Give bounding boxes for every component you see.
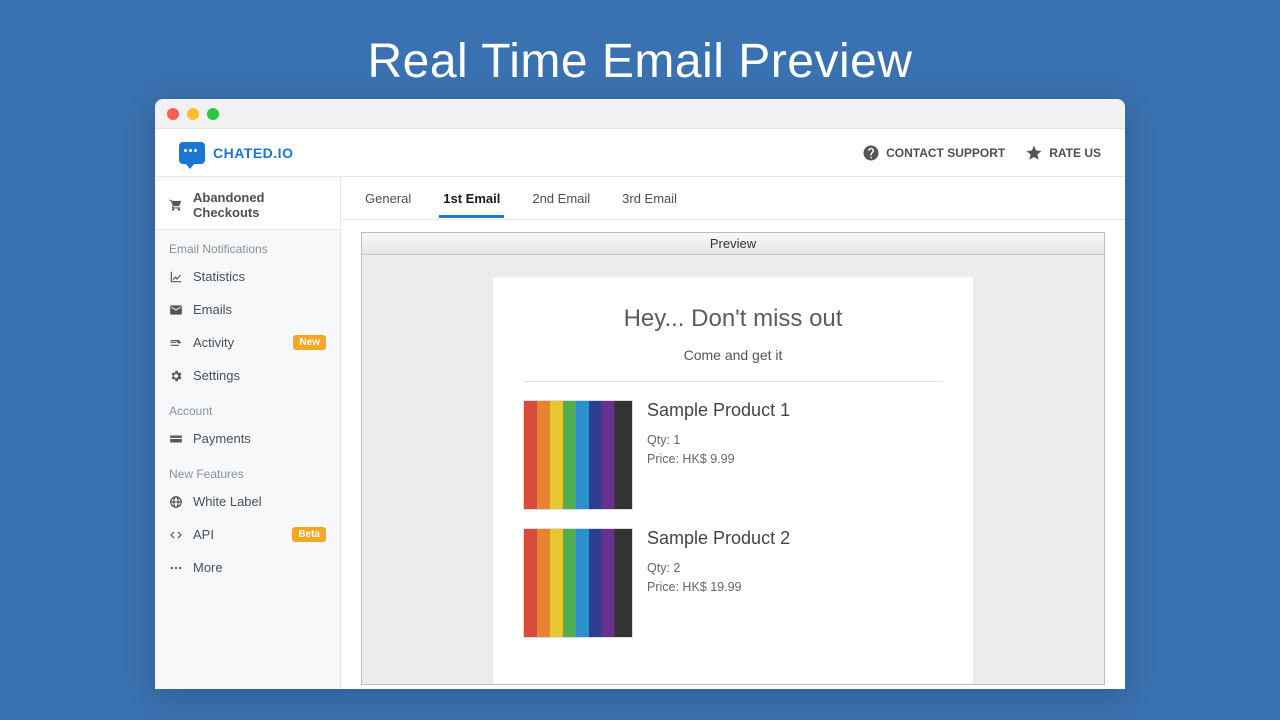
hero-title: Real Time Email Preview: [0, 0, 1280, 99]
window-minimize-icon[interactable]: [187, 108, 199, 120]
sidebar-item-label: Payments: [193, 431, 251, 446]
sidebar-section-account: Account: [155, 392, 340, 422]
product-row: Sample Product 1 Qty: 1 Price: HK$ 9.99: [523, 400, 943, 510]
tab-second-email[interactable]: 2nd Email: [528, 179, 594, 218]
help-icon: [862, 144, 880, 162]
sidebar-item-label: More: [193, 560, 223, 575]
email-body: Hey... Don't miss out Come and get it Sa…: [493, 277, 973, 684]
activity-icon: [169, 336, 183, 350]
sidebar-item-label: Settings: [193, 368, 240, 383]
email-subheading: Come and get it: [523, 347, 943, 363]
tab-first-email[interactable]: 1st Email: [439, 179, 504, 218]
topbar-actions: CONTACT SUPPORT RATE US: [862, 144, 1101, 162]
sidebar-section-new-features: New Features: [155, 455, 340, 485]
main-content: General 1st Email 2nd Email 3rd Email Pr…: [341, 177, 1125, 689]
sidebar-item-emails[interactable]: Emails: [155, 293, 340, 326]
email-heading: Hey... Don't miss out: [523, 305, 943, 333]
tab-general[interactable]: General: [361, 179, 415, 218]
gear-icon: [169, 369, 183, 383]
window-close-icon[interactable]: [167, 108, 179, 120]
brand-name: CHATED.IO: [213, 145, 293, 161]
sidebar-item-abandoned-checkouts[interactable]: Abandoned Checkouts: [155, 181, 340, 230]
window-titlebar: [155, 99, 1125, 129]
sidebar-item-activity[interactable]: Activity New: [155, 326, 340, 359]
product-qty: Qty: 1: [647, 431, 790, 450]
more-icon: [169, 561, 183, 575]
sidebar-item-label: Statistics: [193, 269, 245, 284]
globe-icon: [169, 495, 183, 509]
product-name: Sample Product 1: [647, 400, 790, 421]
window-zoom-icon[interactable]: [207, 108, 219, 120]
preview-header: Preview: [362, 233, 1104, 255]
product-image-icon: [523, 528, 633, 638]
rate-us-label: RATE US: [1049, 146, 1101, 160]
sidebar-section-email: Email Notifications: [155, 230, 340, 260]
email-divider: [523, 381, 943, 382]
sidebar-item-settings[interactable]: Settings: [155, 359, 340, 392]
preview-panel: Preview Hey... Don't miss out Come and g…: [341, 220, 1125, 689]
sidebar-item-label: Activity: [193, 335, 234, 350]
brand[interactable]: CHATED.IO: [179, 142, 293, 164]
app-window: CHATED.IO CONTACT SUPPORT RATE US Abando…: [155, 99, 1125, 689]
chart-icon: [169, 270, 183, 284]
sidebar-item-label: Abandoned Checkouts: [193, 190, 326, 220]
email-tabs: General 1st Email 2nd Email 3rd Email: [341, 177, 1125, 220]
preview-box: Preview Hey... Don't miss out Come and g…: [361, 232, 1105, 685]
sidebar-item-label: API: [193, 527, 214, 542]
sidebar-item-label: Emails: [193, 302, 232, 317]
sidebar-item-white-label[interactable]: White Label: [155, 485, 340, 518]
topbar: CHATED.IO CONTACT SUPPORT RATE US: [155, 129, 1125, 177]
tab-third-email[interactable]: 3rd Email: [618, 179, 681, 218]
code-icon: [169, 528, 183, 542]
new-badge: New: [293, 335, 326, 350]
product-price: Price: HK$ 9.99: [647, 450, 790, 469]
product-row: Sample Product 2 Qty: 2 Price: HK$ 19.99: [523, 528, 943, 638]
star-icon: [1025, 144, 1043, 162]
sidebar-item-more[interactable]: More: [155, 551, 340, 584]
contact-support-button[interactable]: CONTACT SUPPORT: [862, 144, 1005, 162]
brand-logo-icon: [179, 142, 205, 164]
contact-support-label: CONTACT SUPPORT: [886, 146, 1005, 160]
product-image-icon: [523, 400, 633, 510]
envelope-icon: [169, 303, 183, 317]
sidebar: Abandoned Checkouts Email Notifications …: [155, 177, 341, 689]
product-name: Sample Product 2: [647, 528, 790, 549]
product-qty: Qty: 2: [647, 559, 790, 578]
email-canvas: Hey... Don't miss out Come and get it Sa…: [362, 255, 1104, 684]
rate-us-button[interactable]: RATE US: [1025, 144, 1101, 162]
sidebar-item-api[interactable]: API Beta: [155, 518, 340, 551]
beta-badge: Beta: [292, 527, 326, 542]
sidebar-item-label: White Label: [193, 494, 262, 509]
sidebar-item-statistics[interactable]: Statistics: [155, 260, 340, 293]
sidebar-item-payments[interactable]: Payments: [155, 422, 340, 455]
cart-icon: [169, 198, 183, 212]
product-price: Price: HK$ 19.99: [647, 578, 790, 597]
payments-icon: [169, 432, 183, 446]
